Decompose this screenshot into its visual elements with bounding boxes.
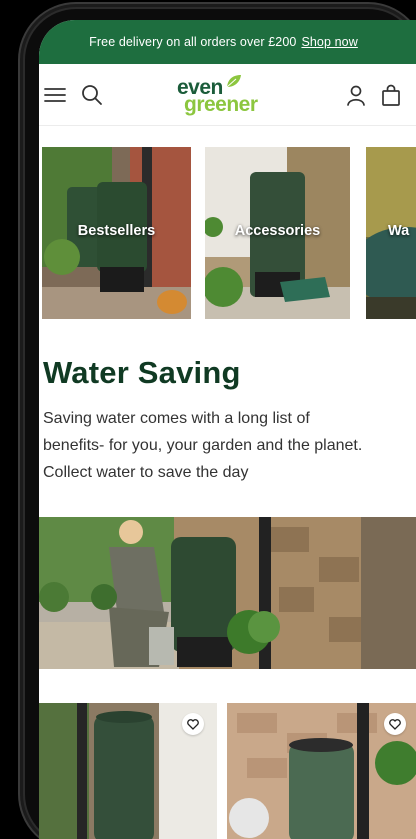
heart-icon	[389, 718, 401, 730]
product-card[interactable]	[39, 703, 217, 839]
heart-icon	[187, 718, 199, 730]
page-title: Water Saving	[43, 355, 241, 390]
category-card-partial[interactable]: Wa	[366, 147, 416, 319]
site-header: even greener	[39, 64, 416, 126]
phone-screen: Free delivery on all orders over £200 Sh…	[39, 20, 416, 839]
account-icon[interactable]	[343, 82, 369, 108]
category-card-accessories[interactable]: Accessories	[205, 147, 350, 319]
wishlist-button[interactable]	[384, 713, 406, 735]
logo[interactable]: even greener	[177, 74, 277, 118]
bag-icon[interactable]	[378, 82, 404, 108]
category-label: Bestsellers	[77, 223, 156, 239]
category-label: Accessories	[234, 223, 321, 239]
shop-now-link[interactable]: Shop now	[301, 35, 357, 49]
search-icon[interactable]	[79, 82, 105, 108]
section-description: Saving water comes with a long list of b…	[43, 410, 363, 481]
category-carousel: Bestsellers Accessories Wa	[39, 147, 416, 319]
leaf-icon	[226, 74, 242, 93]
product-grid	[39, 703, 416, 839]
category-label: Wa	[388, 223, 410, 239]
garden-photo	[39, 517, 416, 669]
wishlist-button[interactable]	[182, 713, 204, 735]
promo-text: Free delivery on all orders over £200	[89, 35, 297, 49]
product-card[interactable]	[227, 703, 416, 839]
menu-icon[interactable]	[42, 82, 68, 108]
logo-text-bottom: greener	[184, 93, 258, 116]
hero-image	[39, 517, 416, 669]
promo-banner: Free delivery on all orders over £200 Sh…	[39, 20, 416, 64]
category-card-bestsellers[interactable]: Bestsellers	[42, 147, 191, 319]
